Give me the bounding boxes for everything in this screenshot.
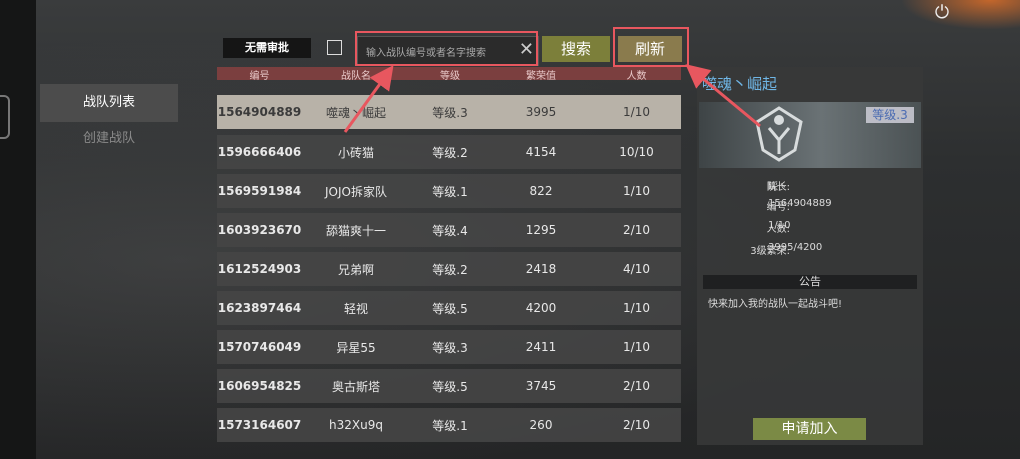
level-badge: 等级.3	[866, 107, 914, 123]
no-approval-label: 无需审批	[223, 38, 311, 58]
cell-name: 兄弟啊	[337, 262, 374, 277]
cell-id: 1573164607	[217, 418, 302, 432]
cell-name: 噬魂丶崛起	[325, 105, 386, 120]
tab-create-team[interactable]: 创建战队	[40, 120, 178, 158]
cell-level: 等级.2	[432, 262, 468, 277]
cell-members: 1/10	[623, 105, 650, 119]
cell-prosperity: 4200	[525, 301, 557, 315]
cell-members: 1/10	[623, 184, 650, 198]
no-approval-checkbox[interactable]	[327, 40, 342, 55]
captain-value: 睬丶	[768, 182, 788, 193]
cell-prosperity: 2411	[525, 340, 557, 354]
left-edge-bar	[0, 0, 36, 459]
cell-name: 异星55	[336, 340, 376, 355]
cell-level: 等级.3	[432, 340, 468, 355]
apply-join-button[interactable]: 申请加入	[753, 418, 866, 440]
prosperity-value: 3995/4200	[768, 242, 823, 253]
cell-id: 1596666406	[217, 145, 302, 159]
cell-members: 2/10	[623, 418, 650, 432]
cell-members: 10/10	[619, 145, 654, 159]
cell-id: 1623897464	[217, 301, 302, 315]
members-value: 1/10	[768, 220, 791, 231]
cell-level: 等级.3	[432, 105, 468, 120]
cell-name: 奥古斯塔	[331, 379, 380, 394]
header-members: 人数	[626, 71, 647, 82]
cell-id: 1570746049	[217, 340, 302, 354]
table-row[interactable]: 1564904889 噬魂丶崛起 等级.3 3995 1/10	[217, 95, 681, 129]
team-name-title: 噬魂丶崛起	[702, 75, 778, 93]
cell-id: 1564904889	[217, 105, 302, 119]
cell-members: 1/10	[623, 301, 650, 315]
id-value: 1564904889	[768, 198, 832, 209]
cell-prosperity: 3995	[525, 105, 557, 119]
edge-handle	[0, 95, 10, 139]
cell-level: 等级.1	[432, 184, 468, 199]
corner-glow	[900, 0, 1020, 30]
table-row[interactable]: 1612524903 兄弟啊 等级.2 2418 4/10	[217, 252, 681, 286]
table-header: 编号 战队名 等级 繁荣值 人数	[217, 67, 681, 82]
cell-name: 小砖猫	[337, 145, 374, 160]
cell-members: 1/10	[623, 340, 650, 354]
table-row[interactable]: 1603923670 舔猫爽十一 等级.4 1295 2/10	[217, 213, 681, 247]
search-button[interactable]: 搜索	[542, 36, 610, 62]
cell-prosperity: 260	[529, 418, 553, 432]
header-id: 编号	[249, 71, 270, 82]
cell-members: 2/10	[623, 379, 650, 393]
table-row[interactable]: 1569591984 JOJO拆家队 等级.1 822 1/10	[217, 174, 681, 208]
cell-id: 1612524903	[217, 262, 302, 276]
header-name: 战队名	[341, 71, 371, 82]
cell-name: h32Xu9q	[329, 418, 383, 432]
search-highlight-box	[355, 31, 538, 66]
team-emblem-icon	[755, 106, 803, 162]
table-row[interactable]: 1606954825 奥古斯塔 等级.5 3745 2/10	[217, 369, 681, 403]
cell-prosperity: 1295	[525, 223, 557, 237]
cell-prosperity: 3745	[525, 379, 557, 393]
table-row[interactable]: 1596666406 小砖猫 等级.2 4154 10/10	[217, 135, 681, 169]
cell-prosperity: 4154	[525, 145, 557, 159]
cell-level: 等级.5	[432, 379, 468, 394]
cell-members: 4/10	[623, 262, 650, 276]
cell-id: 1603923670	[217, 223, 302, 237]
cell-name: 舔猫爽十一	[325, 223, 386, 238]
header-prosperity: 繁荣值	[526, 71, 556, 82]
cell-level: 等级.5	[432, 301, 468, 316]
cell-prosperity: 822	[529, 184, 553, 198]
refresh-highlight-box	[613, 27, 689, 67]
tab-team-list[interactable]: 战队列表	[40, 84, 178, 122]
cell-name: 轻视	[343, 301, 368, 316]
notice-text: 快来加入我的战队一起战斗吧!	[708, 299, 843, 310]
table-row[interactable]: 1570746049 异星55 等级.3 2411 1/10	[217, 330, 681, 364]
cell-level: 等级.1	[432, 418, 468, 433]
cell-members: 2/10	[623, 223, 650, 237]
cell-prosperity: 2418	[525, 262, 557, 276]
cell-name: JOJO拆家队	[325, 184, 387, 199]
table-row[interactable]: 1623897464 轻视 等级.5 4200 1/10	[217, 291, 681, 325]
cell-level: 等级.4	[432, 223, 468, 238]
header-level: 等级	[440, 71, 460, 82]
cell-id: 1569591984	[217, 184, 302, 198]
cell-id: 1606954825	[217, 379, 302, 393]
notice-header: 公告	[703, 275, 917, 289]
table-row[interactable]: 1573164607 h32Xu9q 等级.1 260 2/10	[217, 408, 681, 442]
cell-level: 等级.2	[432, 145, 468, 160]
power-icon[interactable]: ⏻	[931, 2, 953, 24]
